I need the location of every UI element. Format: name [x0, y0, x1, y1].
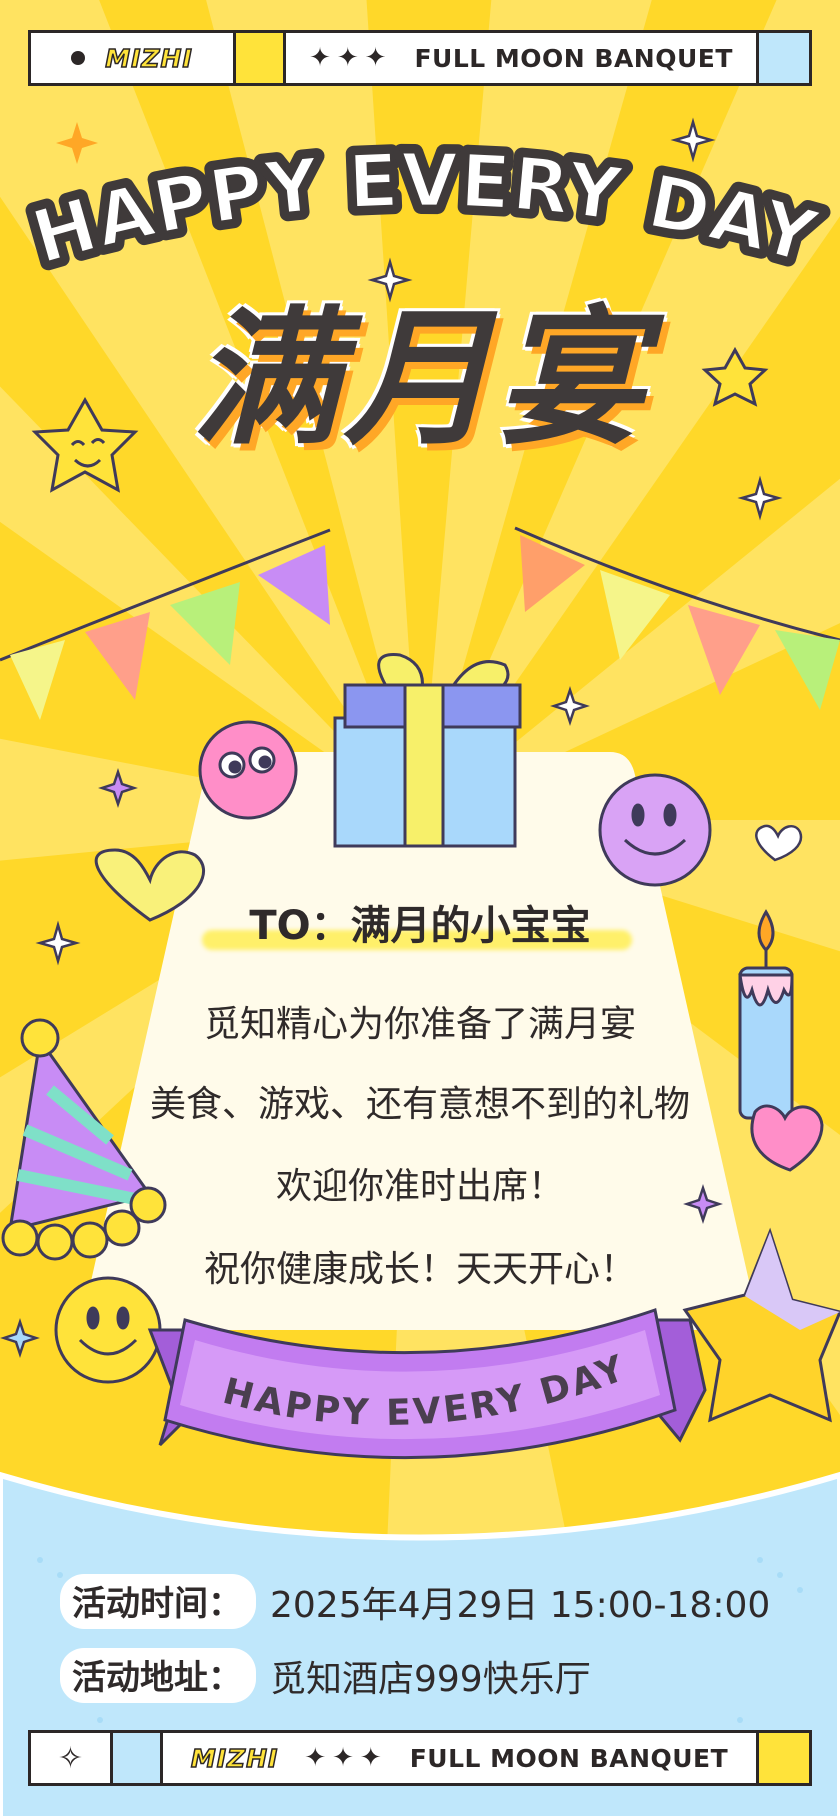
headline-chinese: 满月宴: [192, 293, 648, 465]
footer-blue-block: [113, 1733, 163, 1783]
headline-english-text: HAPPY EVERY DAY: [22, 136, 828, 283]
flower-face-illustration: [198, 720, 298, 820]
footer-title-cell: MIZHI ✦✦✦ FULL MOON BANQUET: [163, 1733, 759, 1783]
header-brand: MIZHI: [104, 43, 193, 74]
footer-sparkle-cell: ✧: [31, 1733, 113, 1783]
sparkle-icon: ✧: [57, 1740, 84, 1776]
header-title: FULL MOON BANQUET: [414, 43, 733, 73]
card-line-3: 欢迎你准时出席！: [275, 1166, 564, 1207]
yellow-smiley-illustration: [54, 1276, 162, 1384]
event-time-row: 活动时间： 2025年4月29日 15:00-18:00: [60, 1574, 770, 1629]
header-title-cell: ✦✦✦ FULL MOON BANQUET: [286, 33, 759, 83]
bullet-dot-icon: [71, 51, 86, 65]
headline-english: HAPPY EVERY DAY HAPPY EVERY DAY: [15, 130, 834, 290]
card-line-1: 觅知精心为你准备了满月宴: [203, 1004, 636, 1045]
footer-stars-icon: ✦✦✦: [304, 1743, 388, 1773]
purple-smiley-illustration: [598, 773, 712, 887]
event-address-row: 活动地址： 觅知酒店999快乐厅: [60, 1648, 591, 1703]
footer-title: FULL MOON BANQUET: [409, 1743, 729, 1773]
card-line-4: 祝你健康成长！天天开心！: [203, 1249, 636, 1290]
event-time-value: 2025年4月29日 15:00-18:00: [270, 1584, 771, 1626]
card-recipient: TO：满月的小宝宝: [249, 903, 591, 949]
card-line-2: 美食、游戏、还有意想不到的礼物: [149, 1084, 690, 1125]
header-blue-block: [759, 33, 809, 83]
header-stars-icon: ✦✦✦: [309, 43, 393, 73]
event-time-label: 活动时间：: [60, 1574, 256, 1629]
event-address-value: 觅知酒店999快乐厅: [270, 1658, 591, 1700]
svg-text:HAPPY EVERY DAY: HAPPY EVERY DAY: [23, 138, 827, 282]
poster: HAPPY EVERY DAY MIZHI ✦✦✦ FULL MOON BANQ…: [0, 0, 840, 1819]
footer-yellow-block: [759, 1733, 809, 1783]
header-bar: MIZHI ✦✦✦ FULL MOON BANQUET: [28, 30, 812, 86]
header-yellow-block: [236, 33, 286, 83]
footer-bar: ✧ MIZHI ✦✦✦ FULL MOON BANQUET: [28, 1730, 812, 1786]
header-brand-cell: MIZHI: [31, 33, 236, 83]
footer-brand: MIZHI: [190, 1743, 279, 1774]
event-address-label: 活动地址：: [60, 1648, 256, 1703]
